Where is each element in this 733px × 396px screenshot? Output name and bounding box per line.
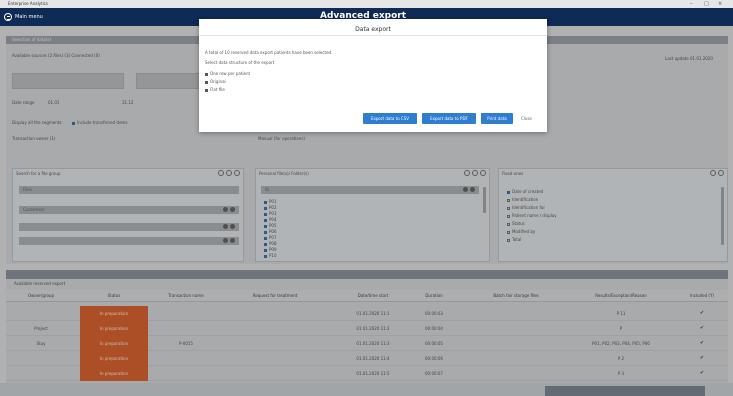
export-option-label: Flat file	[210, 87, 225, 92]
window-title-bar: Enterprise Analytics	[0, 0, 733, 8]
export-option-label: Original	[210, 79, 226, 84]
menu-icon	[4, 13, 12, 21]
main-menu-label: Main menu	[15, 14, 43, 20]
dialog-message: A total of 10 reserved data export patie…	[205, 50, 333, 55]
close-dialog-button[interactable]: Close	[521, 113, 532, 124]
export-option-radio[interactable]: Original	[205, 79, 226, 84]
export-pdf-button[interactable]: Export data to PDF	[422, 113, 476, 124]
dialog-divider	[199, 35, 547, 36]
radio-icon	[205, 72, 208, 76]
export-csv-button[interactable]: Export data to CSV	[363, 113, 417, 124]
maximize-button[interactable]: □	[704, 0, 709, 8]
dialog-instruction: Select data structure of the export	[205, 60, 275, 65]
radio-icon	[205, 80, 208, 84]
close-window-button[interactable]: ×	[718, 0, 722, 8]
dialog-title: Data export	[355, 26, 391, 33]
minimize-button[interactable]: –	[690, 0, 693, 8]
export-option-label: One row per patient	[210, 71, 251, 76]
export-option-radio[interactable]: Flat file	[205, 87, 225, 92]
window-title: Enterprise Analytics	[8, 1, 49, 6]
data-export-dialog: Data export A total of 10 reserved data …	[199, 19, 547, 132]
export-option-radio[interactable]: One row per patient	[205, 71, 250, 76]
main-menu-button[interactable]: Main menu	[4, 12, 43, 22]
print-data-button[interactable]: Print data	[481, 113, 513, 124]
radio-icon	[205, 88, 208, 92]
